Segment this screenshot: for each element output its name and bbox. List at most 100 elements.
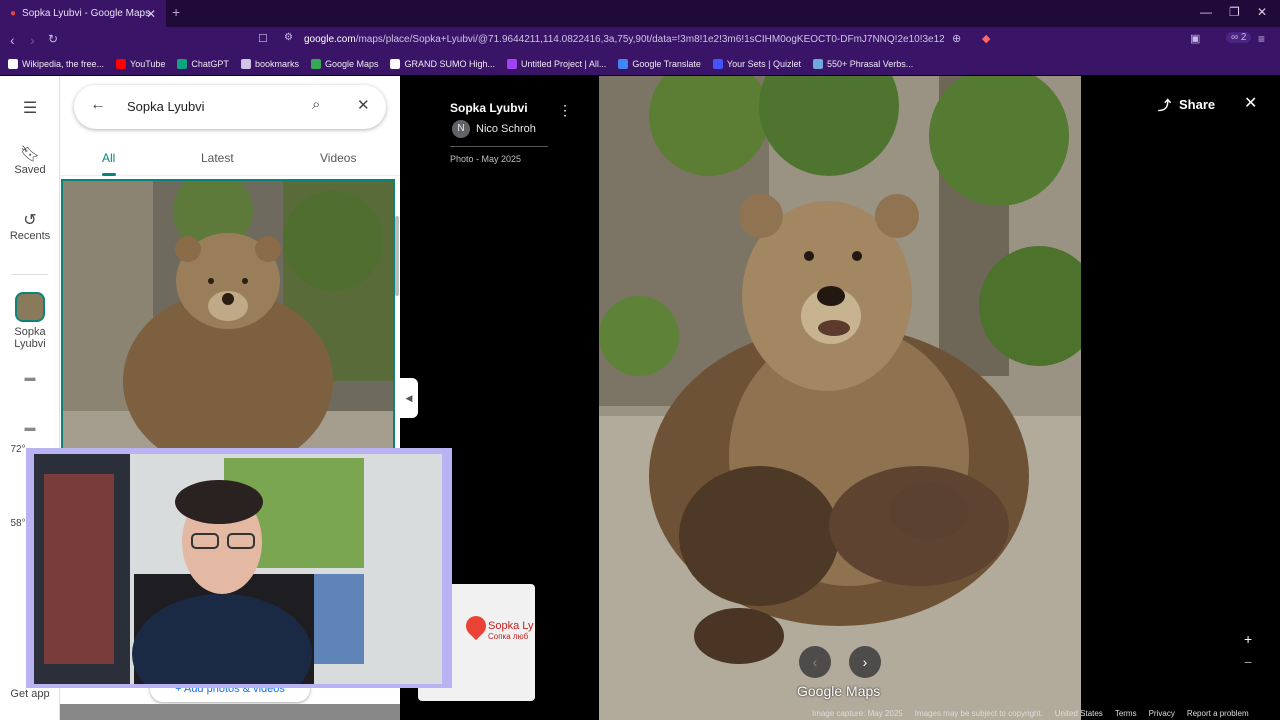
recents-label: Recents <box>9 230 51 242</box>
bookmark-favicon-icon <box>390 59 401 69</box>
close-tab-icon[interactable]: ✕ <box>146 7 156 21</box>
bookmark-favicon-icon <box>507 59 517 69</box>
saved-button[interactable]: 🔖︎ Saved <box>0 144 60 176</box>
bookmark-label: Wikipedia, the free... <box>22 59 105 69</box>
tab-indicator <box>102 173 116 176</box>
more-options-icon[interactable]: ⋮ <box>558 102 572 119</box>
bookmark-item[interactable]: Google Maps <box>310 59 379 69</box>
back-icon[interactable]: ‹ <box>10 32 15 48</box>
bookmark-favicon-icon <box>310 59 321 69</box>
viewer-footer: Image capture: May 2025 Images may be su… <box>812 706 1280 720</box>
minimap-label-ru: Сопка люб <box>488 632 529 641</box>
privacy-link[interactable]: Privacy <box>1149 709 1175 718</box>
bookmark-item[interactable]: Wikipedia, the free... <box>8 59 104 69</box>
recent-place-sopka[interactable]: Sopka Lyubvi <box>0 292 60 350</box>
zoom-out-button[interactable]: − <box>1244 654 1252 670</box>
photo-thumbnail-selected[interactable] <box>61 179 395 451</box>
collapse-panel-button[interactable]: ◀ <box>400 378 418 418</box>
site-settings-icon[interactable]: ⚙ <box>284 32 293 43</box>
extensions-button[interactable]: ∞ 2 <box>1226 32 1252 43</box>
bookmark-item[interactable]: YouTube <box>116 59 165 69</box>
recent-place-3[interactable]: ▬ <box>0 422 60 434</box>
rail-divider <box>12 274 48 275</box>
bear-photo-thumbnail <box>63 181 393 449</box>
bookmark-favicon-icon <box>177 59 188 69</box>
bookmark-label: 550+ Phrasal Verbs... <box>826 59 914 69</box>
bookmark-icon: 🔖︎ <box>19 146 41 163</box>
zoom-in-button[interactable]: + <box>1244 631 1252 647</box>
place-thumbnail <box>15 292 45 322</box>
viewer-place-name[interactable]: Sopka Lyubvi <box>450 101 528 115</box>
browser-tab-bar: ● Sopka Lyubvi - Google Maps ✕ + — ❐ ✕ <box>0 0 1280 27</box>
bookmark-item[interactable]: 550+ Phrasal Verbs... <box>812 59 914 69</box>
close-viewer-icon[interactable]: ✕ <box>1244 93 1257 113</box>
bookmark-item[interactable]: Google Translate <box>618 59 701 69</box>
search-input[interactable]: Sopka Lyubvi <box>127 99 205 114</box>
get-app-link[interactable]: Get app <box>0 688 60 700</box>
recent-place-2[interactable]: ▬ <box>0 372 60 384</box>
webcam-overlay <box>26 448 452 688</box>
share-label: Share <box>1179 97 1216 112</box>
meta-divider <box>450 146 548 147</box>
address-bar-row: ‹ › ↻ ☐ ⚙ google.com/maps/place/Sopka+Ly… <box>0 27 1280 53</box>
author-name[interactable]: Nico Schroh <box>476 123 536 135</box>
terms-link[interactable]: Terms <box>1115 709 1137 718</box>
brave-shield-icon[interactable]: ◆ <box>982 32 990 45</box>
previous-photo-button[interactable]: ‹ <box>799 646 831 678</box>
zoom-icon[interactable]: ⊕ <box>952 32 961 45</box>
share-button[interactable]: ⤴ Share <box>1158 95 1215 114</box>
maximize-icon[interactable]: ❐ <box>1229 5 1240 19</box>
bookmark-item[interactable]: Your Sets | Quizlet <box>712 59 801 69</box>
history-icon: ↺ <box>23 212 37 229</box>
webcam-feed <box>34 454 442 684</box>
location-pin-icon <box>461 611 491 641</box>
bookmark-favicon-icon <box>116 59 127 69</box>
next-photo-thumbnail[interactable] <box>60 704 400 720</box>
bookmark-item[interactable]: bookmarks <box>240 59 299 69</box>
bookmark-item[interactable]: ChatGPT <box>177 59 229 69</box>
hamburger-menu-icon[interactable]: ☰ <box>0 98 60 118</box>
browser-tab[interactable]: ● Sopka Lyubvi - Google Maps ✕ <box>0 0 166 27</box>
bookmark-label: Untitled Project | All... <box>521 59 607 69</box>
webcam-image <box>34 454 442 684</box>
back-arrow-icon[interactable]: ← <box>90 96 106 114</box>
close-window-icon[interactable]: ✕ <box>1257 5 1267 19</box>
sidebar-toggle-icon[interactable]: ▣ <box>1190 32 1200 45</box>
region-link[interactable]: United States <box>1055 709 1103 718</box>
url-field[interactable]: google.com/maps/place/Sopka+Lyubvi/@71.9… <box>304 34 944 45</box>
bookmark-label: Google Translate <box>632 59 701 69</box>
tab-latest[interactable]: Latest <box>201 151 234 165</box>
tab-all[interactable]: All <box>102 151 115 165</box>
photo-date: Photo - May 2025 <box>450 154 522 164</box>
maps-pin-icon: ● <box>10 8 17 19</box>
place-label-2: Lyubvi <box>14 338 46 350</box>
tab-videos[interactable]: Videos <box>320 151 356 165</box>
bookmark-label: Google Maps <box>324 59 379 69</box>
bear-photo[interactable] <box>599 76 1081 720</box>
clear-search-icon[interactable]: ✕ <box>357 96 370 114</box>
saved-label: Saved <box>14 164 46 176</box>
url-path: /maps/place/Sopka+Lyubvi/@71.9644211,114… <box>355 34 944 45</box>
panel-scrollbar[interactable] <box>395 216 399 296</box>
report-problem-link[interactable]: Report a problem <box>1187 709 1249 718</box>
reload-icon[interactable]: ↻ <box>48 32 58 46</box>
bookmark-label: ChatGPT <box>191 59 229 69</box>
author-avatar[interactable]: N <box>452 120 470 138</box>
photo-tabs: All Latest Videos <box>60 146 400 176</box>
forward-icon[interactable]: › <box>30 32 35 48</box>
minimize-icon[interactable]: — <box>1200 5 1212 19</box>
search-box[interactable]: ← Sopka Lyubvi ⌕ ✕ <box>74 85 386 129</box>
bookmark-item[interactable]: GRAND SUMO High... <box>390 59 495 69</box>
bookmark-icon[interactable]: ☐ <box>258 32 268 45</box>
recents-button[interactable]: ↺ Recents <box>0 210 60 242</box>
search-icon[interactable]: ⌕ <box>312 96 320 113</box>
bookmark-item[interactable]: Untitled Project | All... <box>507 59 606 69</box>
next-photo-button[interactable]: › <box>849 646 881 678</box>
share-icon: ⤴ <box>1158 98 1172 113</box>
new-tab-button[interactable]: + <box>172 4 180 20</box>
bookmark-favicon-icon <box>240 59 251 69</box>
image-capture-date: Image capture: May 2025 <box>812 708 903 718</box>
copyright-notice: Images may be subject to copyright. <box>914 708 1043 718</box>
bookmark-favicon-icon <box>8 59 18 69</box>
menu-icon[interactable]: ≡ <box>1258 32 1265 46</box>
